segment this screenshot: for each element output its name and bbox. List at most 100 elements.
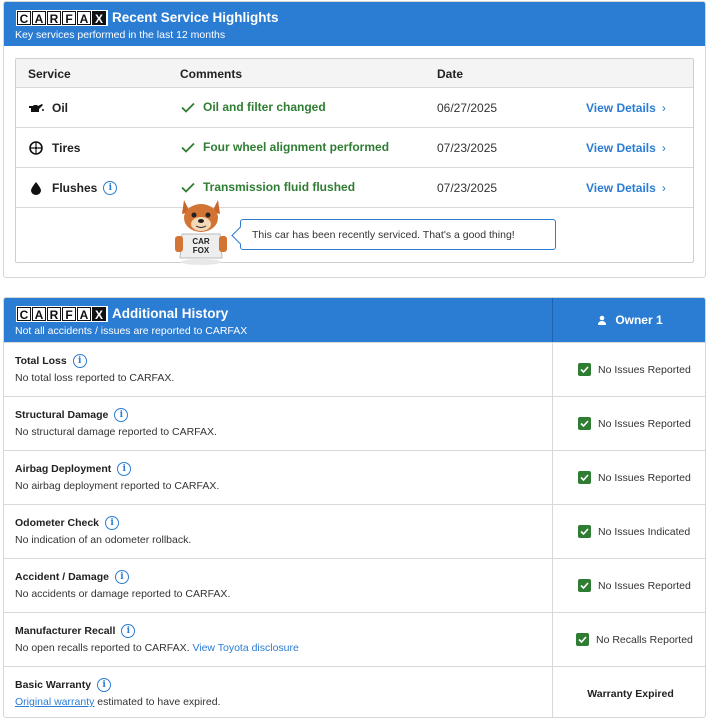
row-description: No airbag deployment reported to CARFAX. bbox=[15, 480, 220, 492]
comment-text: Four wheel alignment performed bbox=[203, 140, 390, 154]
row-status-cell: No Issues Reported bbox=[552, 343, 705, 396]
row-title-text: Total Loss bbox=[15, 355, 67, 367]
info-icon[interactable]: i bbox=[103, 181, 118, 195]
info-icon[interactable]: i bbox=[105, 516, 120, 530]
info-icon[interactable]: i bbox=[114, 408, 129, 422]
history-row-total-loss: Total Loss i No total loss reported to CA… bbox=[4, 342, 705, 396]
row-status-cell: Warranty Expired bbox=[552, 667, 705, 717]
column-header-date: Date bbox=[437, 67, 464, 81]
info-icon[interactable]: i bbox=[114, 570, 129, 584]
logo-letter: A bbox=[77, 307, 91, 322]
history-row-odometer-check: Odometer Check i No indication of an odom… bbox=[4, 504, 705, 558]
history-row-accident-damage: Accident / Damage i No accidents or damag… bbox=[4, 558, 705, 612]
row-info: Accident / Damage i No accidents or damag… bbox=[4, 559, 552, 612]
checkbox-checked-icon bbox=[578, 471, 591, 484]
row-description-text: estimated to have expired. bbox=[97, 696, 221, 708]
row-status-cell: No Issues Reported bbox=[552, 451, 705, 504]
info-icon[interactable]: i bbox=[97, 678, 112, 692]
person-icon bbox=[598, 315, 607, 325]
logo-letter: F bbox=[62, 307, 76, 322]
check-icon bbox=[181, 142, 195, 153]
row-info: Structural Damage i No structural damage … bbox=[4, 397, 552, 450]
table-row: Tires Four wheel alignment performed 07/… bbox=[16, 128, 693, 168]
logo-letter: A bbox=[32, 307, 46, 322]
logo-letter: X bbox=[92, 11, 106, 26]
row-title-text: Basic Warranty bbox=[15, 679, 92, 691]
info-icon[interactable]: i bbox=[121, 624, 136, 638]
row-description: No indication of an odometer rollback. bbox=[15, 534, 192, 546]
info-icon[interactable]: i bbox=[72, 354, 87, 368]
history-row-airbag-deployment: Airbag Deployment i No airbag deployment … bbox=[4, 450, 705, 504]
fox-shirt-text: FOX bbox=[193, 246, 210, 255]
status-text: No Issues Reported bbox=[598, 579, 691, 592]
row-title-text: Manufacturer Recall bbox=[15, 625, 116, 637]
tire-icon bbox=[28, 140, 44, 156]
history-row-basic-warranty: Basic Warranty i Original warranty estima… bbox=[4, 666, 705, 717]
row-description: No accidents or damage reported to CARFA… bbox=[15, 588, 231, 600]
status-text: No Issues Reported bbox=[598, 363, 691, 376]
row-title-text: Accident / Damage bbox=[15, 571, 109, 583]
view-details-link[interactable]: View Details › bbox=[586, 101, 666, 115]
service-name: Flushes bbox=[52, 181, 98, 195]
row-title: Accident / Damage i bbox=[15, 570, 129, 584]
row-description: No open recalls reported to CARFAX. View… bbox=[15, 642, 299, 654]
carfax-logo: CARFAX bbox=[16, 10, 108, 26]
row-status-cell: No Issues Indicated bbox=[552, 505, 705, 558]
row-title: Total Loss i bbox=[15, 354, 87, 368]
warranty-status: Warranty Expired bbox=[587, 688, 674, 700]
additional-history-panel: CARFAX Additional History Not all accide… bbox=[3, 297, 706, 718]
logo-letter: R bbox=[47, 11, 61, 26]
logo-letter: C bbox=[17, 11, 31, 26]
logo-letter: R bbox=[47, 307, 61, 322]
view-details-link[interactable]: View Details › bbox=[586, 141, 666, 155]
view-details-label[interactable]: View Details bbox=[586, 141, 656, 155]
original-warranty-link[interactable]: Original warranty bbox=[15, 696, 94, 708]
status-text: No Issues Reported bbox=[598, 417, 691, 430]
checkbox-checked-icon bbox=[576, 633, 589, 646]
status: No Issues Reported bbox=[578, 417, 691, 430]
logo-letter: X bbox=[92, 307, 106, 322]
view-details-link[interactable]: View Details › bbox=[586, 181, 666, 195]
table-row: Oil Oil and filter changed 06/27/2025 Vi… bbox=[16, 88, 693, 128]
service-date: 07/23/2025 bbox=[437, 181, 498, 195]
row-title: Manufacturer Recall i bbox=[15, 624, 136, 638]
info-icon[interactable]: i bbox=[117, 462, 132, 476]
history-header: CARFAX Additional History Not all accide… bbox=[4, 298, 705, 342]
row-status-cell: No Recalls Reported bbox=[552, 613, 705, 666]
service-cell: Oil bbox=[28, 100, 68, 116]
fox-shirt-text: CAR bbox=[192, 237, 210, 246]
status: No Recalls Reported bbox=[576, 633, 693, 646]
check-icon bbox=[181, 182, 195, 193]
comment-cell: Transmission fluid flushed bbox=[181, 180, 355, 194]
section-subtitle: Not all accidents / issues are reported … bbox=[15, 325, 248, 337]
service-cell: Tires bbox=[28, 140, 80, 156]
owner-label: Owner 1 bbox=[615, 313, 663, 327]
logo-letter: C bbox=[17, 307, 31, 322]
table-row: Flushes i Transmission fluid flushed 07/… bbox=[16, 168, 693, 208]
table-header: Service Comments Date bbox=[16, 59, 693, 88]
row-info: Airbag Deployment i No airbag deployment … bbox=[4, 451, 552, 504]
row-description: No structural damage reported to CARFAX. bbox=[15, 426, 217, 438]
row-status-cell: No Issues Reported bbox=[552, 559, 705, 612]
service-cell: Flushes i bbox=[28, 180, 118, 196]
row-description: Original warranty estimated to have expi… bbox=[15, 696, 220, 708]
section-title: Recent Service Highlights bbox=[112, 10, 279, 25]
fox-speech-bubble: This car has been recently serviced. Tha… bbox=[240, 219, 556, 250]
view-details-label[interactable]: View Details bbox=[586, 181, 656, 195]
chevron-right-icon: › bbox=[661, 141, 666, 155]
view-details-label[interactable]: View Details bbox=[586, 101, 656, 115]
service-name: Oil bbox=[52, 101, 69, 115]
row-description: No total loss reported to CARFAX. bbox=[15, 372, 175, 384]
check-icon bbox=[181, 102, 195, 113]
history-title-bar: CARFAX Additional History Not all accide… bbox=[4, 298, 552, 342]
carfox-mascot-icon: CAR FOX bbox=[175, 200, 227, 265]
row-title: Airbag Deployment i bbox=[15, 462, 132, 476]
toyota-disclosure-link[interactable]: View Toyota disclosure bbox=[192, 642, 298, 654]
status: No Issues Indicated bbox=[578, 525, 690, 538]
row-title-text: Structural Damage bbox=[15, 409, 109, 421]
status: No Issues Reported bbox=[578, 579, 691, 592]
chevron-right-icon: › bbox=[661, 181, 666, 195]
status: No Issues Reported bbox=[578, 363, 691, 376]
row-title: Odometer Check i bbox=[15, 516, 120, 530]
status: No Issues Reported bbox=[578, 471, 691, 484]
